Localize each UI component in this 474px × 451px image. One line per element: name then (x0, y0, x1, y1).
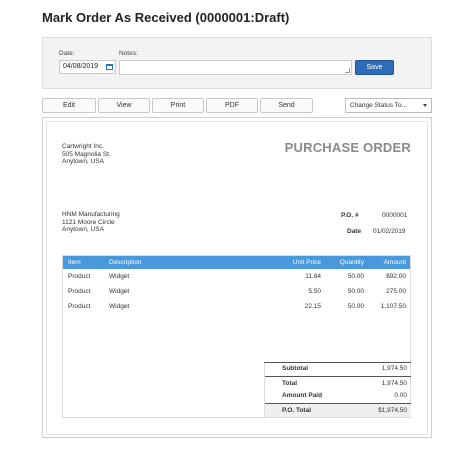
totals-top-rule (264, 362, 411, 363)
to-name: HNM Manufacturing (62, 211, 120, 218)
to-street: 1121 Moore Circle (62, 218, 115, 226)
row-description: Widget (109, 273, 130, 280)
po-date-label: Date (347, 228, 362, 235)
row-item: Product (68, 288, 91, 295)
date-label: Date: (59, 50, 75, 57)
table-row: Product Widget 11.84 50.00 $92.00 (63, 269, 410, 284)
chevron-down-icon (423, 104, 427, 107)
calendar-icon[interactable] (106, 64, 113, 70)
col-amount: Amount (383, 259, 406, 266)
row-item: Product (68, 273, 91, 280)
from-street: 505 Magnolia St. (62, 150, 111, 158)
po-heading: PURCHASE ORDER (284, 140, 411, 155)
receive-form-panel: Date: Notes: 04/08/2019 Save (42, 37, 432, 89)
amount-paid-value: 0.00 (394, 392, 407, 399)
col-description: Description (109, 259, 142, 266)
row-amount: $92.00 (386, 273, 406, 280)
row-unit-price: 5.50 (308, 288, 321, 295)
page-title: Mark Order As Received (0000001:Draft) (42, 10, 290, 25)
row-unit-price: 22.15 (304, 303, 321, 310)
view-button[interactable]: View (98, 98, 150, 113)
subtotal-label: Subtotal (282, 365, 308, 372)
col-quantity: Quantity (339, 259, 364, 266)
change-status-select[interactable]: Change Status To... (345, 98, 432, 113)
po-number-value: 0000001 (382, 212, 408, 219)
row-quantity: 50.00 (347, 303, 364, 310)
po-date-value: 01/02/2019 (373, 228, 406, 235)
to-address: HNM Manufacturing 1121 Moore Circle Anyt… (62, 211, 120, 234)
line-items-table: Item Description Unit Price Quantity Amo… (62, 255, 411, 418)
po-total-value: $1,974.50 (378, 407, 407, 414)
resize-grip-icon[interactable] (345, 68, 350, 73)
col-item: Item (68, 259, 81, 266)
row-quantity: 50.00 (347, 288, 364, 295)
row-item: Product (68, 303, 91, 310)
from-name: Cartwright Inc. (62, 143, 104, 150)
edit-button[interactable]: Edit (42, 98, 96, 113)
row-description: Widget (109, 303, 130, 310)
to-city: Anytown, USA (62, 226, 104, 233)
print-button[interactable]: Print (152, 98, 204, 113)
date-field[interactable]: 04/08/2019 (59, 60, 116, 74)
save-button[interactable]: Save (355, 60, 394, 75)
subtotal-value: 1,974.50 (381, 365, 407, 372)
notes-field[interactable] (119, 60, 352, 75)
change-status-value: Change Status To... (350, 102, 407, 109)
row-unit-price: 11.84 (305, 273, 321, 280)
po-total-label: P.O. Total (282, 407, 312, 414)
row-description: Widget (109, 288, 130, 295)
from-address: Cartwright Inc. 505 Magnolia St. Anytown… (62, 143, 111, 166)
table-header: Item Description Unit Price Quantity Amo… (63, 256, 410, 269)
row-amount: 1,107.50 (380, 303, 406, 310)
total-value: 1,974.50 (381, 380, 407, 387)
amount-paid-label: Amount Paid (282, 392, 323, 399)
notes-label: Notes: (119, 50, 138, 57)
row-amount: 275.00 (386, 288, 406, 295)
po-number-label: P.O. # (341, 212, 359, 219)
total-label: Total (282, 380, 298, 387)
totals-separator (265, 376, 411, 377)
table-row: Product Widget 22.15 50.00 1,107.50 (63, 299, 410, 314)
send-button[interactable]: Send (260, 98, 313, 113)
date-field-value: 04/08/2019 (63, 63, 99, 70)
row-quantity: 50.00 (347, 273, 364, 280)
pdf-button[interactable]: PDF (206, 98, 258, 113)
from-city: Anytown, USA (62, 158, 104, 165)
col-unit-price: Unit Price (292, 259, 321, 266)
table-row: Product Widget 5.50 50.00 275.00 (63, 284, 410, 299)
